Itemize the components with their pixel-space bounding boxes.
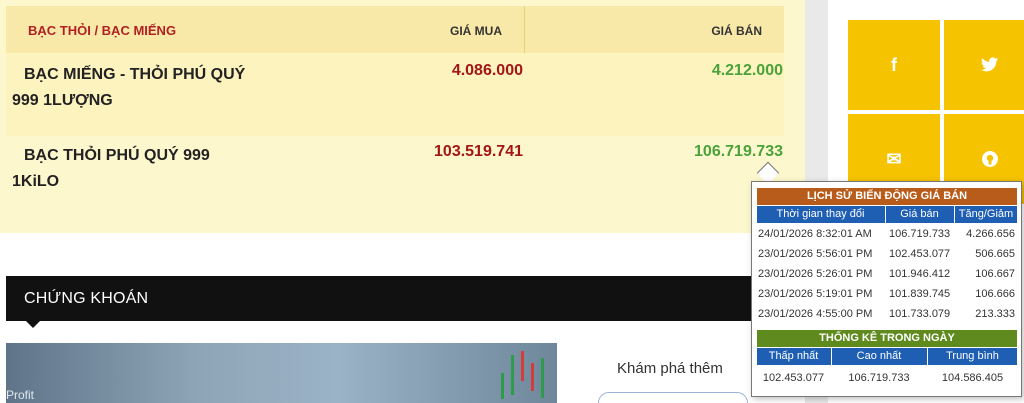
history-price: 106.719.733: [889, 228, 951, 240]
candlestick: [541, 358, 544, 398]
col-avg: Trung bình: [927, 348, 1017, 365]
header-product: BẠC THỎI / BẠC MIẾNG: [28, 23, 177, 38]
history-change: 106.666: [975, 288, 1015, 300]
image-caption: Profit: [6, 388, 35, 402]
history-row: 23/01/2026 4:55:00 PM 101.733.079 213.33…: [757, 304, 1017, 324]
twitter-button[interactable]: [944, 20, 1024, 110]
history-price: 101.733.079: [889, 308, 951, 320]
product-name: BẠC MIẾNG - THỎI PHÚ QUÝ 999 1LƯỢNG: [12, 66, 246, 109]
history-title: LỊCH SỬ BIẾN ĐỘNG GIÁ BÁN: [757, 188, 1017, 205]
candlestick: [501, 373, 504, 399]
history-time: 23/01/2026 4:55:00 PM: [758, 308, 873, 320]
stock-section-header[interactable]: CHỨNG KHOÁN: [6, 276, 805, 328]
silver-price-panel: BẠC THỎI / BẠC MIẾNG GIÁ MUA GIÁ BÁN BẠC…: [0, 0, 805, 233]
stock-section-title: CHỨNG KHOÁN: [24, 290, 149, 307]
header-sell: GIÁ BÁN: [711, 24, 762, 38]
stat-min-value: 102.453.077: [762, 372, 825, 384]
history-row: 23/01/2026 5:19:01 PM 101.839.745 106.66…: [757, 284, 1017, 304]
history-time: 24/01/2026 8:32:01 AM: [758, 228, 872, 240]
col-price: Giá bán: [885, 206, 953, 223]
header-divider: [524, 6, 525, 53]
github-icon: [982, 151, 998, 167]
stats-columns: Thấp nhất Cao nhất Trung bình: [757, 348, 1017, 365]
sell-price[interactable]: 4.212.000: [712, 62, 783, 80]
history-row: 23/01/2026 5:56:01 PM 102.453.077 506.66…: [757, 244, 1017, 264]
main-content: BẠC THỎI / BẠC MIẾNG GIÁ MUA GIÁ BÁN BẠC…: [0, 0, 805, 403]
history-change: 506.665: [975, 248, 1015, 260]
explore-pill[interactable]: [598, 392, 748, 403]
buy-price: 4.086.000: [451, 62, 523, 79]
history-price: 102.453.077: [889, 248, 951, 260]
explore-more-label[interactable]: Khám phá thêm: [617, 360, 723, 377]
history-time: 23/01/2026 5:26:01 PM: [758, 268, 873, 280]
history-row: 23/01/2026 5:26:01 PM 101.946.412 106.66…: [757, 264, 1017, 284]
history-change: 4.266.656: [966, 228, 1015, 240]
section-notch: [26, 321, 40, 328]
twitter-icon: [981, 57, 998, 72]
stat-avg-value: 104.586.405: [927, 368, 1017, 388]
buy-price: 103.519.741: [434, 143, 523, 160]
price-history-tooltip: LỊCH SỬ BIẾN ĐỘNG GIÁ BÁN Thời gian thay…: [751, 181, 1022, 397]
history-change: 213.333: [975, 308, 1015, 320]
history-time: 23/01/2026 5:19:01 PM: [758, 288, 873, 300]
header-buy: GIÁ MUA: [450, 24, 502, 38]
stat-max-value: 106.719.733: [831, 368, 926, 388]
stock-chart-image[interactable]: Profit: [6, 343, 557, 403]
facebook-icon: f: [891, 54, 897, 75]
candlestick: [521, 351, 524, 381]
stats-title: THỐNG KÊ TRONG NGÀY: [757, 330, 1017, 347]
candlestick: [531, 363, 534, 391]
sell-price[interactable]: 106.719.733: [694, 143, 783, 161]
history-price: 101.839.745: [889, 288, 951, 300]
history-columns: Thời gian thay đổi Giá bán Tăng/Giảm: [757, 206, 1017, 223]
table-header-row: BẠC THỎI / BẠC MIẾNG GIÁ MUA GIÁ BÁN: [6, 6, 784, 53]
history-row: 24/01/2026 8:32:01 AM 106.719.733 4.266.…: [757, 224, 1017, 244]
product-name: BẠC THỎI PHÚ QUÝ 999 1KiLO: [12, 147, 210, 190]
history-change: 106.667: [975, 268, 1015, 280]
col-change: Tăng/Giảm: [954, 206, 1017, 223]
mail-icon: ✉: [886, 148, 902, 169]
history-time: 23/01/2026 5:56:01 PM: [758, 248, 873, 260]
col-time: Thời gian thay đổi: [776, 208, 865, 220]
stats-row: 102.453.077 106.719.733 104.586.405: [757, 368, 1017, 388]
col-max: Cao nhất: [831, 348, 926, 365]
history-price: 101.946.412: [889, 268, 951, 280]
facebook-button[interactable]: f: [848, 20, 940, 110]
col-min: Thấp nhất: [768, 350, 819, 362]
candlestick: [511, 355, 514, 395]
